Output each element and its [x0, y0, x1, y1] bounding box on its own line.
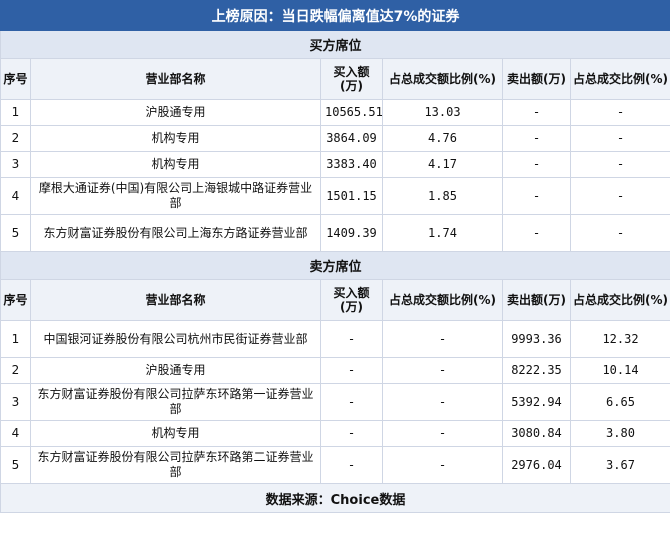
table-row: 4 机构专用 - - 3080.84 3.80 [0, 420, 670, 447]
header-sell-ratio: 占总成交比例(%) [570, 279, 670, 321]
sell-section-label: 卖方席位 [0, 251, 670, 280]
row-index: 3 [0, 383, 31, 421]
buy-ratio: 4.76 [382, 125, 503, 152]
header-sell-amount: 卖出额(万) [502, 279, 571, 321]
buy-ratio: - [382, 420, 503, 447]
buy-amount: - [320, 357, 383, 384]
sell-amount: - [502, 151, 571, 178]
branch-name: 机构专用 [30, 151, 321, 178]
row-index: 1 [0, 320, 31, 358]
row-index: 5 [0, 446, 31, 484]
buy-amount: - [320, 420, 383, 447]
sell-ratio: 10.14 [570, 357, 670, 384]
header-buy-ratio: 占总成交额比例(%) [382, 58, 503, 100]
header-index: 序号 [0, 279, 31, 321]
buy-ratio: - [382, 383, 503, 421]
data-source-note: 数据来源：Choice数据 [0, 483, 670, 513]
sell-ratio: 6.65 [570, 383, 670, 421]
header-buy-ratio: 占总成交额比例(%) [382, 279, 503, 321]
branch-name: 机构专用 [30, 420, 321, 447]
buy-amount: - [320, 320, 383, 358]
branch-name: 沪股通专用 [30, 357, 321, 384]
buy-amount: 1409.39 [320, 214, 383, 252]
sell-amount: 9993.36 [502, 320, 571, 358]
header-buy-amount: 买入额(万) [320, 279, 383, 321]
buy-section-row: 买方席位 [0, 30, 670, 59]
sell-amount: - [502, 125, 571, 152]
sell-amount: 3080.84 [502, 420, 571, 447]
branch-name: 东方财富证券股份有限公司拉萨东环路第一证券营业部 [30, 383, 321, 421]
buy-amount: 3864.09 [320, 125, 383, 152]
row-index: 2 [0, 125, 31, 152]
sell-ratio: 3.80 [570, 420, 670, 447]
sell-section-row: 卖方席位 [0, 251, 670, 280]
sell-ratio: - [570, 214, 670, 252]
row-index: 3 [0, 151, 31, 178]
sell-amount: - [502, 99, 571, 126]
sell-amount: 8222.35 [502, 357, 571, 384]
buy-amount: 3383.40 [320, 151, 383, 178]
branch-name: 沪股通专用 [30, 99, 321, 126]
row-index: 1 [0, 99, 31, 126]
buy-ratio: - [382, 320, 503, 358]
lhb-table: 上榜原因：当日跌幅偏离值达7%的证券 买方席位 序号 营业部名称 买入额(万) … [0, 0, 670, 513]
row-index: 2 [0, 357, 31, 384]
buy-ratio: 1.85 [382, 177, 503, 215]
sell-ratio: - [570, 99, 670, 126]
header-index: 序号 [0, 58, 31, 100]
sell-ratio: 12.32 [570, 320, 670, 358]
sell-amount: - [502, 214, 571, 252]
branch-name: 中国银河证券股份有限公司杭州市民街证券营业部 [30, 320, 321, 358]
sell-ratio: 3.67 [570, 446, 670, 484]
table-row: 1 沪股通专用 10565.51 13.03 - - [0, 99, 670, 126]
table-row: 3 机构专用 3383.40 4.17 - - [0, 151, 670, 178]
header-buy-amount: 买入额(万) [320, 58, 383, 100]
sell-ratio: - [570, 125, 670, 152]
header-branch-name: 营业部名称 [30, 58, 321, 100]
table-row: 2 沪股通专用 - - 8222.35 10.14 [0, 357, 670, 384]
buy-header-row: 序号 营业部名称 买入额(万) 占总成交额比例(%) 卖出额(万) 占总成交比例… [0, 58, 670, 100]
row-index: 5 [0, 214, 31, 252]
sell-amount: 2976.04 [502, 446, 571, 484]
sell-amount: - [502, 177, 571, 215]
header-branch-name: 营业部名称 [30, 279, 321, 321]
table-row: 5 东方财富证券股份有限公司上海东方路证券营业部 1409.39 1.74 - … [0, 214, 670, 252]
buy-amount: - [320, 383, 383, 421]
branch-name: 摩根大通证券(中国)有限公司上海银城中路证券营业部 [30, 177, 321, 215]
table-row: 1 中国银河证券股份有限公司杭州市民街证券营业部 - - 9993.36 12.… [0, 320, 670, 358]
footer-row: 数据来源：Choice数据 [0, 483, 670, 513]
row-index: 4 [0, 420, 31, 447]
header-sell-ratio: 占总成交比例(%) [570, 58, 670, 100]
table-row: 2 机构专用 3864.09 4.76 - - [0, 125, 670, 152]
buy-ratio: 4.17 [382, 151, 503, 178]
table-row: 3 东方财富证券股份有限公司拉萨东环路第一证券营业部 - - 5392.94 6… [0, 383, 670, 421]
sell-amount: 5392.94 [502, 383, 571, 421]
buy-amount: - [320, 446, 383, 484]
buy-amount: 1501.15 [320, 177, 383, 215]
sell-ratio: - [570, 151, 670, 178]
table-row: 4 摩根大通证券(中国)有限公司上海银城中路证券营业部 1501.15 1.85… [0, 177, 670, 215]
sell-ratio: - [570, 177, 670, 215]
buy-amount: 10565.51 [320, 99, 383, 126]
branch-name: 东方财富证券股份有限公司拉萨东环路第二证券营业部 [30, 446, 321, 484]
branch-name: 机构专用 [30, 125, 321, 152]
buy-ratio: - [382, 446, 503, 484]
branch-name: 东方财富证券股份有限公司上海东方路证券营业部 [30, 214, 321, 252]
buy-ratio: - [382, 357, 503, 384]
buy-ratio: 1.74 [382, 214, 503, 252]
row-index: 4 [0, 177, 31, 215]
sell-header-row: 序号 营业部名称 买入额(万) 占总成交额比例(%) 卖出额(万) 占总成交比例… [0, 279, 670, 321]
title-row: 上榜原因：当日跌幅偏离值达7%的证券 [0, 0, 670, 31]
table-row: 5 东方财富证券股份有限公司拉萨东环路第二证券营业部 - - 2976.04 3… [0, 446, 670, 484]
buy-section-label: 买方席位 [0, 30, 670, 59]
header-sell-amount: 卖出额(万) [502, 58, 571, 100]
table-title: 上榜原因：当日跌幅偏离值达7%的证券 [0, 0, 670, 31]
buy-ratio: 13.03 [382, 99, 503, 126]
